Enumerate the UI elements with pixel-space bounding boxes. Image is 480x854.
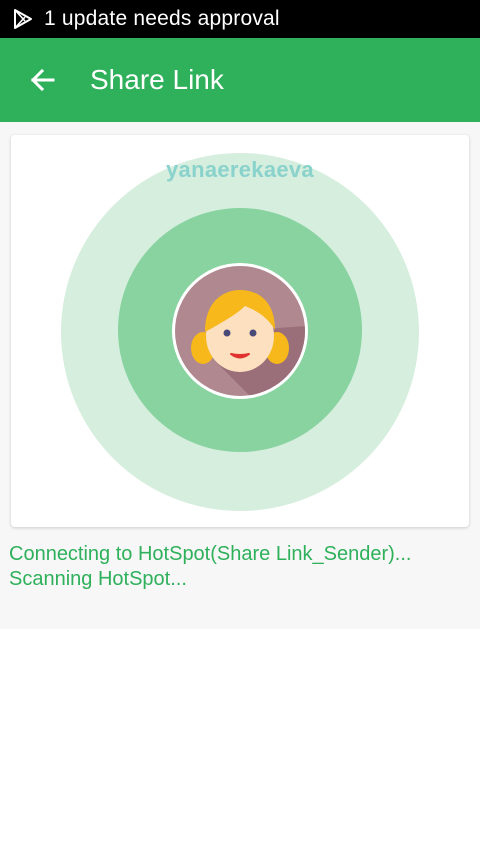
- arrow-back-icon: [30, 68, 55, 92]
- status-line-connecting: Connecting to HotSpot(Share Link_Sender)…: [9, 543, 412, 565]
- status-line-scanning: Scanning HotSpot...: [9, 568, 187, 590]
- play-store-icon: [12, 8, 34, 30]
- back-button[interactable]: [24, 62, 60, 98]
- device-name[interactable]: yanaerekaeva: [11, 157, 469, 183]
- notification-text: 1 update needs approval: [44, 7, 280, 30]
- app-bar: Share Link: [0, 38, 480, 122]
- page-title: Share Link: [90, 64, 224, 95]
- status-bar: 1 update needs approval: [0, 0, 480, 38]
- main-content: yanaerekaeva Connecting to HotSpot(Share…: [0, 122, 480, 629]
- connection-status: Connecting to HotSpot(Share Link_Sender)…: [9, 542, 411, 592]
- radar-card: yanaerekaeva: [11, 135, 469, 527]
- device-avatar[interactable]: [172, 263, 308, 399]
- girl-avatar-icon: [175, 266, 305, 396]
